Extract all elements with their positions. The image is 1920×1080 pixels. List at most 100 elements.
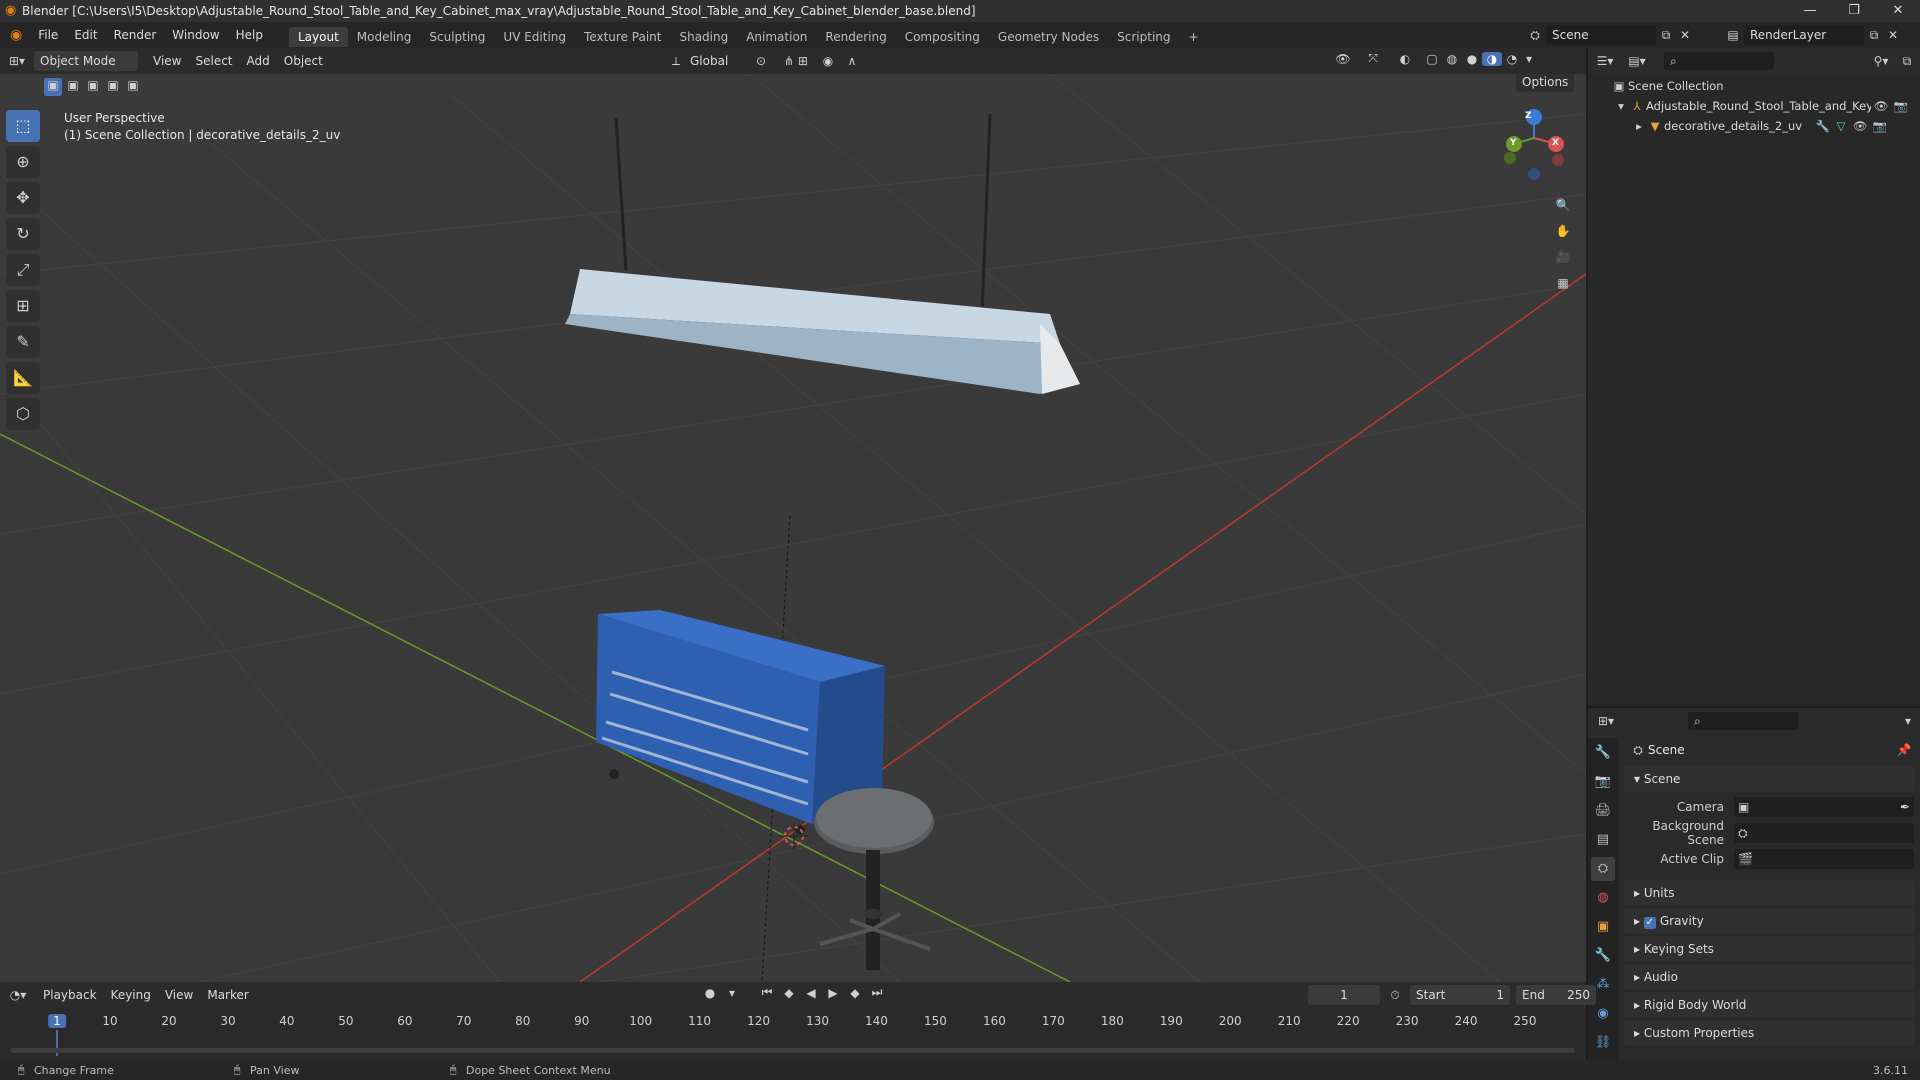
eyedropper-icon[interactable]: ✒ [1896,800,1914,814]
gizmo-toggle-icon[interactable]: ⤧ [1358,51,1388,66]
menu-window[interactable]: Window [164,22,227,48]
audio-panel-header[interactable]: ▸ Audio [1624,964,1914,990]
scale-tool-icon[interactable]: ⤢ [6,254,40,286]
tool-tab-icon[interactable]: 🔧 [1591,741,1615,765]
solid-shading-icon[interactable]: ● [1462,52,1482,66]
new-render-layer-icon[interactable]: ⧉ [1864,28,1884,43]
gravity-checkbox[interactable]: ✓ [1643,917,1656,929]
tab-layout[interactable]: Layout [288,26,348,47]
jump-end-icon[interactable]: ⏭ [868,985,886,1000]
outliner-editor-type-icon[interactable]: ☰▾ [1588,54,1622,68]
options-dropdown[interactable]: Options [1516,74,1575,92]
outliner-row-scene-collection[interactable]: ▣ Scene Collection [1588,76,1920,96]
visibility-icon[interactable]: 👁 [1328,52,1358,66]
expand-right-icon[interactable]: ▸ [1632,116,1646,136]
minimize-button[interactable]: — [1788,0,1832,22]
modifier-tab-icon[interactable]: 🔧 [1591,944,1615,968]
select-intersect-icon[interactable]: ▣ [124,78,142,96]
record-options-icon[interactable]: ▾ [724,986,740,1000]
eye-icon[interactable]: 👁 [1850,116,1870,136]
blender-menu-icon[interactable]: ◉ [0,22,30,48]
tab-shading[interactable]: Shading [670,27,737,47]
view-menu[interactable]: View [158,985,200,1005]
pivot-icon[interactable]: ⊙ [746,54,776,68]
wireframe-shading-icon[interactable]: ◍ [1442,52,1462,66]
display-mode-icon[interactable]: ▤▾ [1622,54,1652,68]
eye-icon[interactable]: 👁 [1871,96,1891,116]
constraints-tab-icon[interactable]: ⛓ [1591,1031,1615,1055]
end-frame-field[interactable]: End 250 [1516,985,1596,1005]
pan-hand-icon[interactable]: ✋ [1550,218,1576,244]
properties-editor-type-icon[interactable]: ⊞▾ [1588,714,1624,728]
output-tab-icon[interactable]: 🖨 [1591,799,1615,823]
menu-help[interactable]: Help [228,22,271,48]
delete-render-layer-icon[interactable]: ✕ [1884,28,1902,42]
camera-render-icon[interactable]: 📷 [1891,96,1911,116]
proportional-edit-icon[interactable]: ◉ [816,54,840,68]
measure-tool-icon[interactable]: 📐 [6,362,40,394]
falloff-icon[interactable]: ∧ [840,54,864,68]
move-tool-icon[interactable]: ✥ [6,182,40,214]
record-icon[interactable]: ● [700,986,720,1000]
rotate-tool-icon[interactable]: ↻ [6,218,40,250]
transform-tool-icon[interactable]: ⊞ [6,290,40,322]
camera-field[interactable]: ▣ ✒ [1734,797,1914,817]
play-reverse-icon[interactable]: ◀ [802,986,820,1000]
keying-sets-panel-header[interactable]: ▸ Keying Sets [1624,936,1914,962]
scene-tab-icon[interactable]: ⛭ [1591,857,1615,881]
expand-down-icon[interactable]: ▾ [1614,96,1628,116]
playback-menu[interactable]: Playback [36,985,104,1005]
keying-menu[interactable]: Keying [104,985,158,1005]
active-clip-field[interactable]: 🎬 [1734,849,1914,869]
play-icon[interactable]: ▶ [824,986,842,1000]
select-box-tool-icon[interactable]: ⬚ [6,110,40,142]
zoom-icon[interactable]: 🔍 [1550,192,1576,218]
render-layer-name[interactable]: RenderLayer [1744,25,1864,45]
view-layer-tab-icon[interactable]: ▤ [1591,828,1615,852]
add-workspace-button[interactable]: + [1180,27,1208,47]
cursor-tool-icon[interactable]: ⊕ [6,146,40,178]
scene-selector[interactable]: ⛭ Scene ⧉ ✕ [1524,25,1694,45]
3d-viewport[interactable]: Z X Y ▣ ▣ ▣ ▣ ▣ User Perspective (1) Sce… [0,74,1586,982]
properties-search-input[interactable]: ⌕ [1688,712,1798,730]
editor-type-icon[interactable]: ⊞▾ [0,54,34,68]
ortho-grid-icon[interactable]: ▦ [1550,270,1576,296]
units-panel-header[interactable]: ▸ Units [1624,880,1914,906]
camera-view-icon[interactable]: 🎥 [1550,244,1576,270]
tab-scripting[interactable]: Scripting [1108,27,1179,47]
outliner-row-decorative[interactable]: ▸ ▼ decorative_details_2_uv 🔧 ▽ 👁 📷 [1588,116,1920,136]
select-extend-icon[interactable]: ▣ [64,78,82,96]
menu-select[interactable]: Select [188,51,239,71]
object-tab-icon[interactable]: ▣ [1591,915,1615,939]
select-invert-icon[interactable]: ▣ [104,78,122,96]
tab-geometry-nodes[interactable]: Geometry Nodes [989,27,1108,47]
delete-scene-icon[interactable]: ✕ [1676,28,1694,42]
close-button[interactable]: ✕ [1876,0,1920,22]
outliner-search-input[interactable]: ⌕ [1664,52,1774,70]
shading-options-icon[interactable]: ▾ [1522,52,1536,66]
rigid-body-world-panel-header[interactable]: ▸ Rigid Body World [1624,992,1914,1018]
transform-orientation-dropdown[interactable]: Global [684,51,746,71]
add-cube-tool-icon[interactable]: ⬡ [6,398,40,430]
background-scene-field[interactable]: ⛭ [1734,823,1914,843]
world-tab-icon[interactable]: ◍ [1591,886,1615,910]
tab-sculpting[interactable]: Sculpting [420,27,494,47]
menu-object[interactable]: Object [277,51,330,71]
next-keyframe-icon[interactable]: ◆ [846,986,864,1000]
menu-render[interactable]: Render [106,22,165,48]
menu-edit[interactable]: Edit [66,22,105,48]
select-new-icon[interactable]: ▣ [44,78,62,96]
tab-animation[interactable]: Animation [737,27,816,47]
render-tab-icon[interactable]: 📷 [1591,770,1615,794]
marker-menu[interactable]: Marker [200,985,255,1005]
rendered-shading-icon[interactable]: ◔ [1502,52,1522,66]
tab-compositing[interactable]: Compositing [896,27,989,47]
new-scene-icon[interactable]: ⧉ [1656,28,1676,43]
camera-render-icon[interactable]: 📷 [1870,116,1890,136]
tab-rendering[interactable]: Rendering [816,27,895,47]
tab-modeling[interactable]: Modeling [348,27,421,47]
timeline-editor-type-icon[interactable]: ◔▾ [0,988,36,1002]
jump-start-icon[interactable]: ⏮ [758,985,776,1000]
outliner-row-stool[interactable]: ▾ ⅄ Adjustable_Round_Stool_Table_and_Key… [1588,96,1920,116]
mode-dropdown[interactable]: Object Mode [34,51,138,71]
